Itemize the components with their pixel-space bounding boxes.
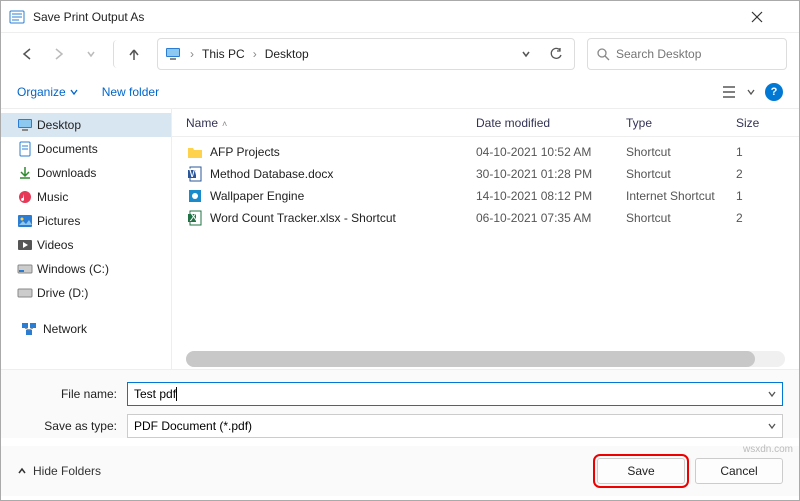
file-row[interactable]: X Word Count Tracker.xlsx - Shortcut06-1… bbox=[186, 207, 799, 229]
sidebar-item-pictures[interactable]: Pictures bbox=[1, 209, 171, 233]
sidebar-item-drive-d[interactable]: Drive (D:) bbox=[1, 281, 171, 305]
sidebar-item-videos[interactable]: Videos bbox=[1, 233, 171, 257]
excel-doc-icon: X bbox=[186, 209, 204, 227]
sidebar-label: Music bbox=[37, 190, 68, 204]
toolbar: Organize New folder ? bbox=[1, 75, 799, 109]
sidebar-label: Drive (D:) bbox=[37, 286, 88, 300]
back-button[interactable] bbox=[13, 40, 41, 68]
word-doc-icon: W bbox=[186, 165, 204, 183]
folder-icon bbox=[186, 143, 204, 161]
filename-field[interactable]: Test pdf bbox=[127, 382, 783, 406]
sidebar-label: Windows (C:) bbox=[37, 262, 109, 276]
refresh-button[interactable] bbox=[544, 42, 568, 66]
save-button[interactable]: Save bbox=[597, 458, 685, 484]
file-row[interactable]: AFP Projects04-10-2021 10:52 AMShortcut1 bbox=[186, 141, 799, 163]
breadcrumb-current[interactable]: Desktop bbox=[265, 47, 309, 61]
monitor-icon bbox=[164, 45, 182, 63]
nav-row: › This PC › Desktop bbox=[1, 33, 799, 75]
search-input[interactable] bbox=[616, 47, 778, 61]
documents-icon bbox=[17, 141, 33, 157]
file-row[interactable]: W Method Database.docx30-10-2021 01:28 P… bbox=[186, 163, 799, 185]
chevron-up-icon bbox=[17, 466, 27, 476]
button-row: Hide Folders Save Cancel bbox=[1, 446, 799, 496]
sidebar-label: Desktop bbox=[37, 118, 81, 132]
file-list: AFP Projects04-10-2021 10:52 AMShortcut1… bbox=[172, 137, 799, 345]
sidebar-label: Downloads bbox=[37, 166, 96, 180]
recent-dropdown[interactable] bbox=[77, 40, 105, 68]
columns-header[interactable]: Name˄ Date modified Type Size bbox=[172, 109, 799, 137]
new-folder-button[interactable]: New folder bbox=[102, 85, 159, 99]
column-type: Type bbox=[626, 116, 736, 130]
organize-menu[interactable]: Organize bbox=[17, 85, 78, 99]
sidebar-item-desktop[interactable]: Desktop bbox=[1, 113, 171, 137]
sidebar-label: Documents bbox=[37, 142, 98, 156]
filename-dropdown-icon[interactable] bbox=[768, 390, 776, 398]
videos-icon bbox=[17, 237, 33, 253]
hide-folders-button[interactable]: Hide Folders bbox=[17, 464, 101, 478]
svg-text:W: W bbox=[189, 166, 201, 180]
file-view: Name˄ Date modified Type Size AFP Projec… bbox=[171, 109, 799, 369]
address-dropdown[interactable] bbox=[514, 42, 538, 66]
address-bar[interactable]: › This PC › Desktop bbox=[157, 38, 575, 70]
pictures-icon bbox=[17, 213, 33, 229]
savetype-field[interactable]: PDF Document (*.pdf) bbox=[127, 414, 783, 438]
save-form: File name: Test pdf Save as type: PDF Do… bbox=[1, 369, 799, 438]
chevron-right-icon: › bbox=[251, 47, 259, 61]
window-title: Save Print Output As bbox=[33, 10, 751, 24]
drive-icon bbox=[17, 261, 33, 277]
sidebar: Desktop Documents Downloads Music Pictur… bbox=[1, 109, 171, 369]
sidebar-item-music[interactable]: Music bbox=[1, 185, 171, 209]
titlebar: Save Print Output As bbox=[1, 1, 799, 33]
sidebar-item-drive-c[interactable]: Windows (C:) bbox=[1, 257, 171, 281]
view-options-button[interactable] bbox=[717, 78, 745, 106]
drive-icon bbox=[17, 285, 33, 301]
music-icon bbox=[17, 189, 33, 205]
horizontal-scrollbar[interactable] bbox=[186, 351, 785, 367]
sidebar-label: Videos bbox=[37, 238, 73, 252]
filename-label: File name: bbox=[17, 387, 127, 401]
sidebar-label: Pictures bbox=[37, 214, 80, 228]
breadcrumb-root[interactable]: This PC bbox=[202, 47, 245, 61]
sidebar-label: Network bbox=[43, 322, 87, 336]
savetype-label: Save as type: bbox=[17, 419, 127, 433]
sidebar-item-documents[interactable]: Documents bbox=[1, 137, 171, 161]
chevron-right-icon: › bbox=[188, 47, 196, 61]
sidebar-item-downloads[interactable]: Downloads bbox=[1, 161, 171, 185]
app-shortcut-icon bbox=[186, 187, 204, 205]
body: Desktop Documents Downloads Music Pictur… bbox=[1, 109, 799, 369]
sort-indicator-icon: ˄ bbox=[222, 119, 227, 129]
savetype-dropdown-icon[interactable] bbox=[768, 422, 776, 430]
column-date: Date modified bbox=[476, 116, 626, 130]
column-name: Name˄ bbox=[186, 116, 476, 130]
view-dropdown[interactable] bbox=[745, 78, 757, 106]
search-icon bbox=[596, 47, 610, 61]
forward-button[interactable] bbox=[45, 40, 73, 68]
file-row[interactable]: Wallpaper Engine14-10-2021 08:12 PMInter… bbox=[186, 185, 799, 207]
help-button[interactable]: ? bbox=[765, 83, 783, 101]
sidebar-item-network[interactable]: Network bbox=[1, 317, 171, 341]
watermark: wsxdn.com bbox=[743, 444, 793, 455]
column-size: Size bbox=[736, 116, 799, 130]
search-box[interactable] bbox=[587, 38, 787, 70]
svg-text:X: X bbox=[190, 210, 198, 224]
downloads-icon bbox=[17, 165, 33, 181]
app-icon bbox=[9, 9, 25, 25]
up-button[interactable] bbox=[113, 40, 145, 68]
desktop-icon bbox=[17, 117, 33, 133]
network-icon bbox=[21, 321, 37, 337]
cancel-button[interactable]: Cancel bbox=[695, 458, 783, 484]
close-button[interactable] bbox=[751, 11, 791, 23]
